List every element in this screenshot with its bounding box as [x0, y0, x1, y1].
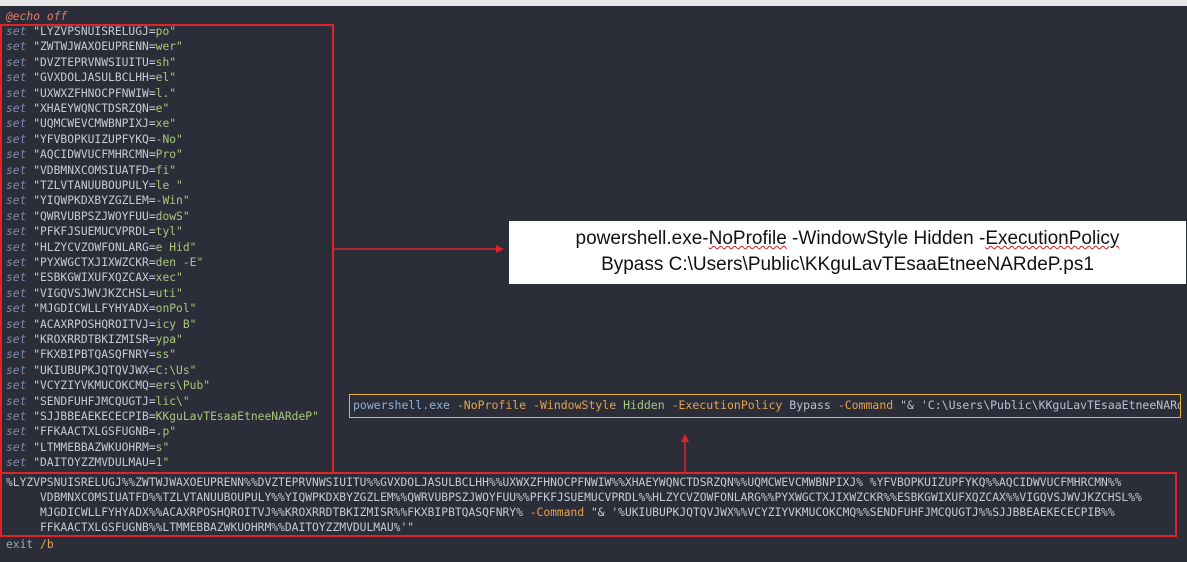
decoded-callout: powershell.exe-NoProfile -WindowStyle Hi…: [509, 221, 1186, 284]
callout-line-1: powershell.exe-NoProfile -WindowStyle Hi…: [575, 228, 1120, 249]
arrowhead-up-icon: [681, 434, 689, 442]
decoded-command-line: powershell.exe -NoProfile -WindowStyle H…: [349, 394, 1181, 418]
callout-line-2: Bypass C:\Users\Public\KKguLavTEsaaEtnee…: [601, 254, 1094, 275]
arrowhead-right-icon: [496, 245, 504, 253]
